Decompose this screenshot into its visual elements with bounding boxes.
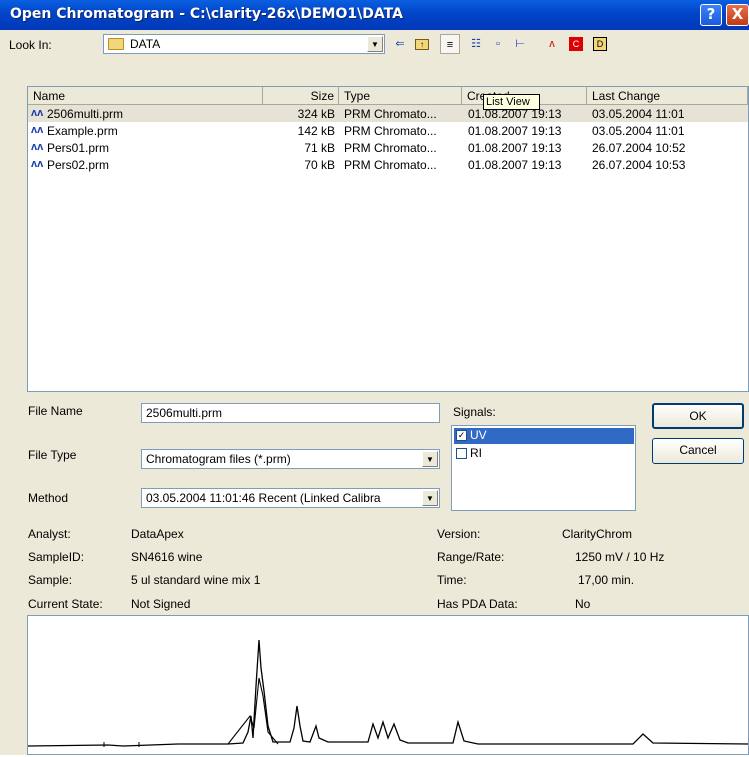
- sampleid-value: SN4616 wine: [131, 550, 203, 564]
- column-header-last-change[interactable]: Last Change: [587, 87, 748, 105]
- file-list[interactable]: Name Size Type Created Last Change ʌʌ 25…: [27, 86, 749, 392]
- sample-label: Sample:: [28, 573, 73, 587]
- chromatogram-file-icon: ʌʌ: [31, 158, 44, 170]
- time-label: Time:: [437, 573, 467, 587]
- table-row[interactable]: ʌʌ Example.prm 142 kB PRM Chromato... 01…: [28, 122, 748, 139]
- version-value: ClarityChrom: [562, 527, 633, 541]
- look-in-value: DATA: [130, 37, 161, 51]
- chevron-down-icon[interactable]: ▼: [422, 451, 438, 467]
- title-bar[interactable]: Open Chromatogram - C:\clarity-26x\DEMO1…: [0, 0, 749, 30]
- signal-item-ri[interactable]: RI: [454, 446, 634, 462]
- tooltip: List View: [483, 94, 540, 110]
- range-rate-value: 1250 mV / 10 Hz: [575, 550, 665, 564]
- signal-item-uv[interactable]: ✓ UV: [454, 428, 634, 444]
- chromatogram-icon[interactable]: ʌ: [542, 34, 562, 54]
- details-view-icon[interactable]: ≡: [440, 34, 460, 54]
- data-icon[interactable]: D: [590, 34, 610, 54]
- chromatogram-file-icon: ʌʌ: [31, 107, 44, 119]
- small-icons-icon[interactable]: ▫: [488, 34, 508, 54]
- checkbox-checked-icon[interactable]: ✓: [456, 430, 467, 441]
- column-header-size[interactable]: Size: [263, 87, 339, 105]
- list-view-icon[interactable]: ☷: [466, 34, 486, 54]
- current-state-value: Not Signed: [131, 597, 191, 611]
- table-row[interactable]: ʌʌ Pers02.prm 70 kB PRM Chromato... 01.0…: [28, 156, 748, 173]
- file-name-input[interactable]: 2506multi.prm: [141, 403, 440, 423]
- file-name-label: File Name: [28, 404, 83, 418]
- chromatogram-file-icon: ʌʌ: [31, 124, 44, 136]
- column-header-name[interactable]: Name: [28, 87, 263, 105]
- help-button[interactable]: ?: [700, 4, 722, 26]
- folder-icon: [108, 38, 124, 50]
- file-type-label: File Type: [28, 448, 77, 462]
- file-type-value: Chromatogram files (*.prm): [146, 452, 291, 466]
- checkbox-icon[interactable]: [456, 448, 467, 459]
- method-label: Method: [28, 491, 69, 505]
- up-folder-icon[interactable]: ↑: [412, 34, 432, 54]
- sampleid-label: SampleID:: [28, 550, 85, 564]
- analyst-label: Analyst:: [28, 527, 71, 541]
- current-state-label: Current State:: [28, 597, 103, 611]
- column-header-type[interactable]: Type: [339, 87, 462, 105]
- chevron-down-icon[interactable]: ▼: [367, 36, 383, 52]
- sample-value: 5 ul standard wine mix 1: [131, 573, 261, 587]
- cancel-button[interactable]: Cancel: [652, 438, 744, 464]
- chromatogram-trace: [27, 639, 749, 747]
- signals-list[interactable]: ✓ UV RI: [451, 425, 636, 511]
- range-rate-label: Range/Rate:: [437, 550, 505, 564]
- open-chromatogram-dialog: Open Chromatogram - C:\clarity-26x\DEMO1…: [0, 0, 749, 755]
- tree-view-icon[interactable]: ⊢: [510, 34, 530, 54]
- method-select[interactable]: 03.05.2004 11:01:46 Recent (Linked Calib…: [141, 488, 440, 508]
- analyst-value: DataApex: [131, 527, 184, 541]
- time-value: 17,00 min.: [578, 573, 635, 587]
- calibration-icon[interactable]: C: [566, 34, 586, 54]
- look-in-combo[interactable]: DATA ▼: [103, 34, 385, 54]
- chevron-down-icon[interactable]: ▼: [422, 490, 438, 506]
- window-title: Open Chromatogram - C:\clarity-26x\DEMO1…: [10, 6, 403, 22]
- look-in-label: Look In:: [9, 38, 52, 52]
- file-type-select[interactable]: Chromatogram files (*.prm) ▼: [141, 449, 440, 469]
- signals-label: Signals:: [453, 405, 496, 419]
- pda-label: Has PDA Data:: [437, 597, 518, 611]
- version-label: Version:: [437, 527, 481, 541]
- pda-value: No: [575, 597, 591, 611]
- ok-button[interactable]: OK: [652, 403, 744, 429]
- method-value: 03.05.2004 11:01:46 Recent (Linked Calib…: [146, 491, 381, 505]
- table-row[interactable]: ʌʌ Pers01.prm 71 kB PRM Chromato... 01.0…: [28, 139, 748, 156]
- close-button[interactable]: X: [726, 4, 749, 26]
- chromatogram-preview: [27, 615, 749, 755]
- table-row[interactable]: ʌʌ 2506multi.prm 324 kB PRM Chromato... …: [28, 105, 748, 122]
- chromatogram-file-icon: ʌʌ: [31, 141, 44, 153]
- back-arrow-icon[interactable]: ⇐: [390, 34, 410, 54]
